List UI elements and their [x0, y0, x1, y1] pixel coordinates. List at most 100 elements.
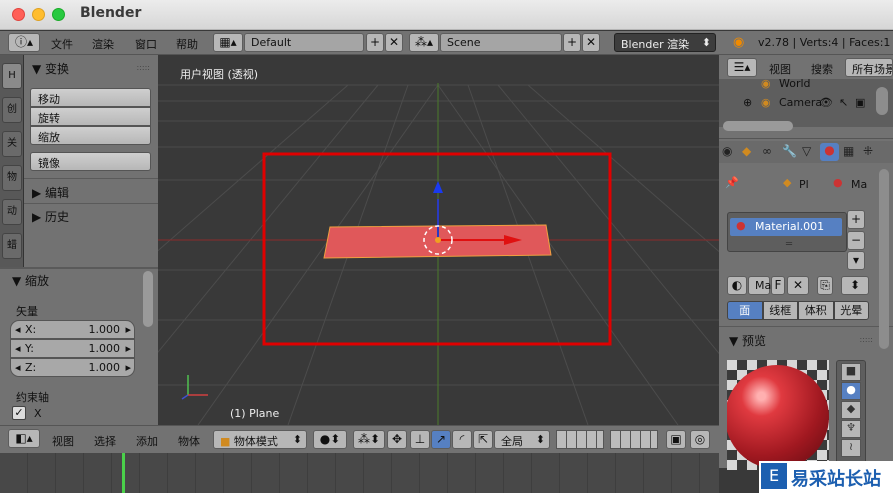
pivot-select[interactable]: ⁂⬍ [353, 430, 385, 449]
scale-button[interactable]: 缩放 [30, 126, 151, 145]
select-arrow-icon[interactable]: ↖ [839, 96, 848, 109]
data-link-icon[interactable]: ⎘ [817, 276, 833, 295]
manipulator-toggle[interactable]: ✥ [387, 430, 407, 449]
render-preview-icon[interactable]: ◎ [690, 430, 710, 449]
maximize-button[interactable] [52, 8, 65, 21]
preview-sphere-icon[interactable]: ● [841, 382, 861, 400]
panel-scrollbar[interactable] [143, 271, 153, 327]
render-camera-icon[interactable]: ▣ [855, 96, 865, 109]
material-slot-item[interactable]: ● Material.001 [730, 218, 842, 236]
slot-menu-icon[interactable]: ▾ [847, 251, 865, 270]
edit-panel-header[interactable]: ▶ 编辑 [32, 184, 69, 201]
world-item[interactable]: World [779, 77, 811, 90]
scene-icon[interactable]: ⁂▴ [409, 33, 439, 52]
preview-flat-icon[interactable]: ■ [841, 363, 861, 381]
scale-x-field[interactable]: ◂ X: 1.000 ▸ [10, 320, 135, 339]
wire-tab[interactable]: 线框 [762, 301, 798, 320]
material-browse-icon[interactable]: ◐ [727, 276, 747, 295]
drag-handle-icon[interactable]: ::::: [860, 335, 873, 344]
expand-icon[interactable]: ⊕ [743, 96, 752, 109]
outliner-menu-view[interactable]: 视图 [769, 61, 791, 77]
add-layout-icon[interactable]: + [366, 33, 384, 52]
unlink-material-icon[interactable]: ✕ [787, 276, 809, 295]
preview-monkey-icon[interactable]: ♆ [841, 420, 861, 438]
list-resize-handle[interactable]: ═ [786, 239, 792, 250]
history-panel-header[interactable]: ▶ 历史 [32, 208, 69, 225]
tab-animation[interactable]: 动 [2, 199, 22, 225]
menu-render[interactable]: 渲染 [92, 36, 114, 52]
menu-add[interactable]: 添加 [136, 433, 158, 449]
material-breadcrumb[interactable]: Ma [851, 178, 867, 191]
preview-hair-icon[interactable]: ≀ [841, 439, 861, 457]
tab-relations[interactable]: 关 [2, 131, 22, 157]
drag-handle-icon[interactable]: ::::: [137, 63, 150, 72]
properties-scrollbar[interactable] [879, 169, 889, 349]
rotate-button[interactable]: 旋转 [30, 107, 151, 126]
mode-select[interactable]: ■ 物体模式 ⬍ [213, 430, 307, 449]
scale-z-field[interactable]: ◂ Z: 1.000 ▸ [10, 358, 135, 377]
constraint-x-checkbox[interactable]: ✓ [12, 406, 26, 420]
layer-buttons-right[interactable] [610, 430, 658, 449]
scene-field[interactable]: Scene [440, 33, 562, 52]
preview-panel-header[interactable]: ▼ 预览 [729, 332, 766, 349]
outliner-editor-icon[interactable]: ☰▴ [727, 58, 757, 77]
menu-select[interactable]: 选择 [94, 433, 116, 449]
outliner-scrollbar[interactable] [876, 87, 888, 115]
orientation-select[interactable]: 全局 ⬍ [494, 430, 550, 449]
surface-tab[interactable]: 面 [727, 301, 763, 320]
object-breadcrumb[interactable]: Pl [799, 178, 809, 191]
render-engine-select[interactable]: Blender 渲染 ⬍ [614, 33, 716, 52]
info-editor-icon[interactable]: ⓘ▴ [8, 33, 40, 52]
shading-select[interactable]: ●⬍ [313, 430, 347, 449]
fake-user-button[interactable]: F [771, 276, 785, 295]
layer-buttons-left[interactable] [556, 430, 604, 449]
physics-tab-icon[interactable]: ⁜ [863, 144, 873, 158]
render-tab-icon[interactable]: ◉ [722, 144, 732, 158]
mirror-button[interactable]: 镜像 [30, 152, 151, 171]
outliner-menu-search[interactable]: 搜索 [811, 61, 833, 77]
camera-item[interactable]: Camera [779, 96, 822, 109]
menu-view[interactable]: 视图 [52, 433, 74, 449]
scale-y-field[interactable]: ◂ Y: 1.000 ▸ [10, 339, 135, 358]
lock-layers-icon[interactable]: ▣ [666, 430, 686, 449]
tab-create[interactable]: 创 [2, 97, 22, 123]
close-button[interactable] [12, 8, 25, 21]
display-mode-select[interactable]: 所有场景 [845, 58, 893, 77]
translate-manipulator-icon[interactable]: ↗ [431, 430, 451, 449]
preview-cube-icon[interactable]: ◆ [841, 401, 861, 419]
timeline[interactable] [0, 453, 719, 493]
operator-header[interactable]: ▼ 缩放 [12, 272, 49, 289]
menu-help[interactable]: 帮助 [176, 36, 198, 52]
manipulator-icon[interactable]: ⊥ [410, 430, 430, 449]
add-scene-icon[interactable]: + [563, 33, 581, 52]
menu-window[interactable]: 窗口 [135, 36, 157, 52]
texture-tab-icon[interactable]: ▦ [843, 144, 854, 158]
remove-slot-icon[interactable]: − [847, 231, 865, 250]
screen-layout-icon[interactable]: ▦▴ [213, 33, 243, 52]
pin-icon[interactable]: 📌 [725, 176, 739, 189]
menu-object[interactable]: 物体 [178, 433, 200, 449]
material-name-field[interactable]: Ma [748, 276, 771, 295]
data-tab-icon[interactable]: ▽ [802, 144, 811, 158]
transform-panel-header[interactable]: ▼ 变换 [32, 60, 69, 77]
tab-physics[interactable]: 物 [2, 165, 22, 191]
volume-tab[interactable]: 体积 [798, 301, 834, 320]
material-tab-icon[interactable]: ● [820, 143, 839, 161]
editor-type-icon[interactable]: ◧▴ [8, 429, 40, 448]
menu-file[interactable]: 文件 [51, 36, 73, 52]
rotate-manipulator-icon[interactable]: ◜ [452, 430, 472, 449]
tab-grease-pencil[interactable]: 蜡 [2, 233, 22, 259]
tab-tools[interactable]: H [2, 63, 22, 89]
add-slot-icon[interactable]: + [847, 210, 865, 229]
visibility-eye-icon[interactable]: 👁 [819, 96, 833, 109]
scale-manipulator-icon[interactable]: ⇱ [473, 430, 493, 449]
outliner-hscrollbar[interactable] [723, 121, 793, 131]
constraints-tab-icon[interactable]: ∞ [762, 144, 772, 158]
object-tab-icon[interactable]: ◆ [742, 144, 751, 158]
minimize-button[interactable] [32, 8, 45, 21]
modifiers-tab-icon[interactable]: 🔧 [782, 144, 797, 158]
remove-layout-icon[interactable]: ✕ [385, 33, 403, 52]
layout-field[interactable]: Default [244, 33, 364, 52]
z-gizmo-arrow[interactable] [433, 181, 443, 193]
move-button[interactable]: 移动 [30, 88, 151, 107]
